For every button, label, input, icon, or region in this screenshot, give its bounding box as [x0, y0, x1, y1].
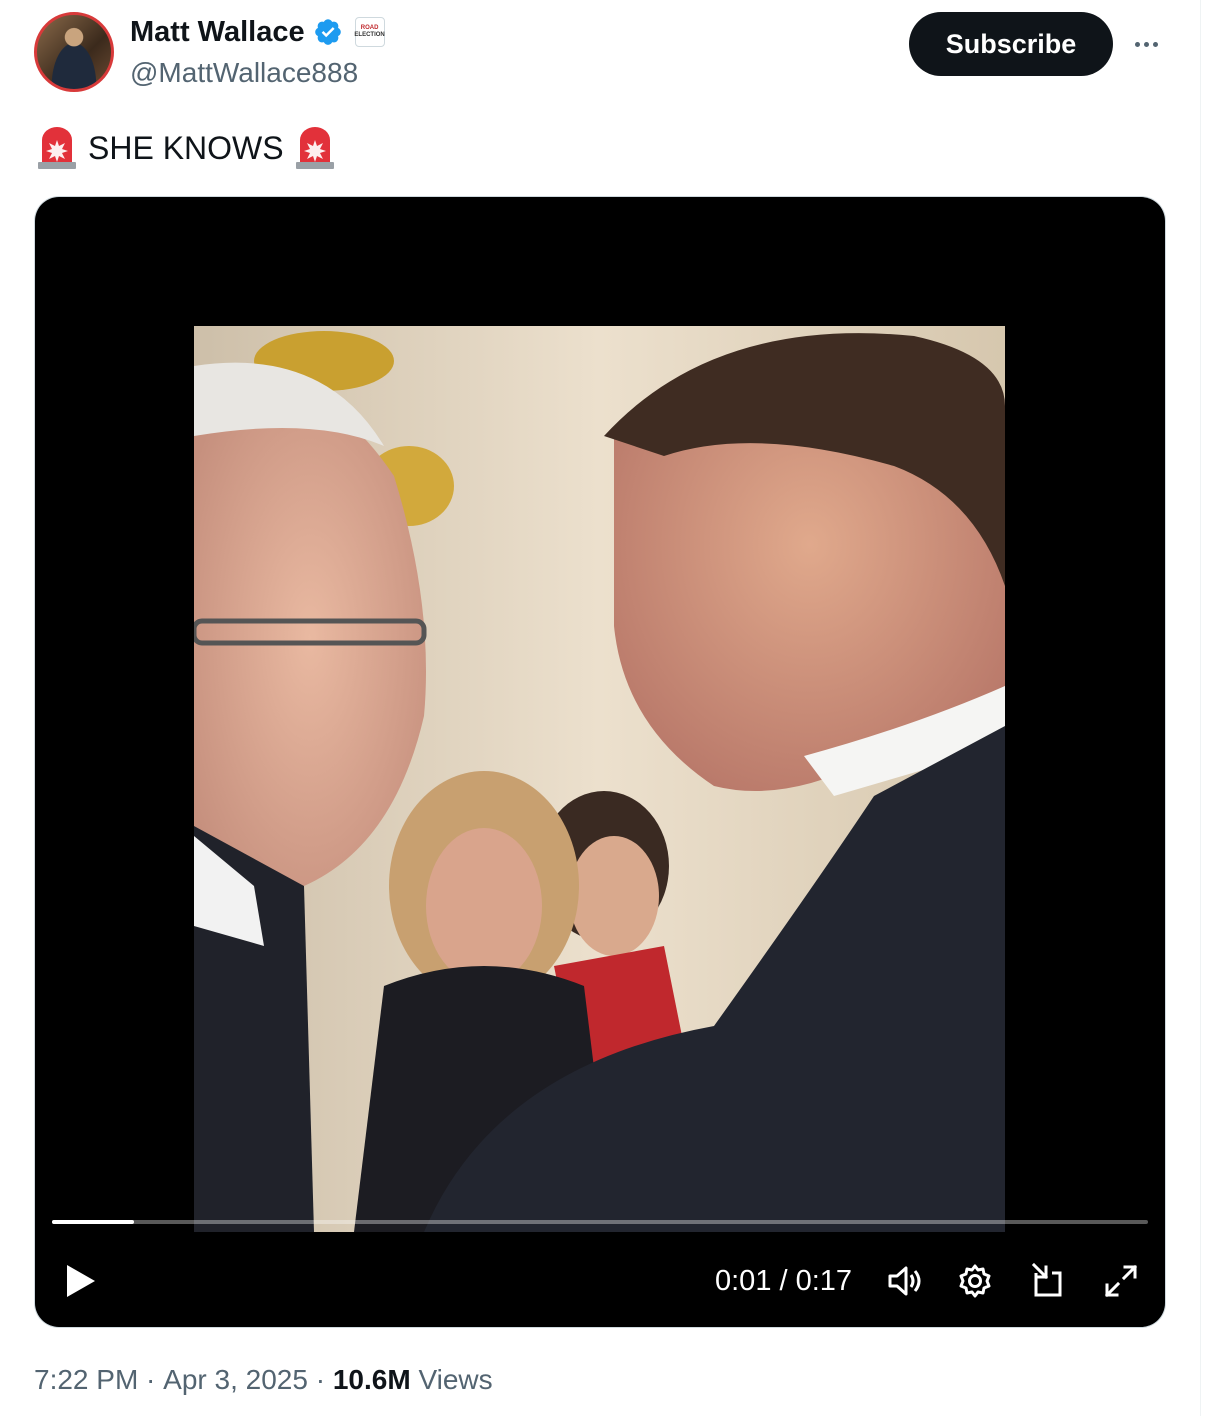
tweet-date[interactable]: Apr 3, 2025	[163, 1362, 308, 1398]
views-count: 10.6M	[332, 1364, 411, 1395]
avatar[interactable]	[34, 12, 114, 92]
video-progress-bar[interactable]	[52, 1220, 1148, 1224]
meta-separator: ·	[307, 1364, 333, 1395]
tweet-text: SHE KNOWS	[36, 126, 336, 170]
meta-separator: ·	[138, 1364, 164, 1395]
video-time-display: 0:01 / 0:17	[715, 1265, 853, 1297]
tweet-meta: 7:22 PM · Apr 3, 2025 · 10.6M Views	[34, 1362, 493, 1398]
video-progress-fill	[52, 1220, 135, 1224]
affiliate-badge-line2: ELECTION	[354, 32, 385, 38]
tweet-time[interactable]: 7:22 PM	[34, 1362, 138, 1398]
more-options-icon[interactable]	[1128, 30, 1164, 58]
play-icon[interactable]	[61, 1261, 101, 1301]
rotating-light-icon	[295, 127, 334, 169]
author-name-row[interactable]: Matt Wallace ROAD ELECTION	[130, 14, 385, 50]
picture-in-picture-icon[interactable]	[1028, 1261, 1068, 1301]
video-frame[interactable]	[194, 326, 1005, 1232]
tweet-text-content: SHE KNOWS	[88, 130, 284, 166]
affiliate-badge[interactable]: ROAD ELECTION	[354, 17, 385, 47]
video-frame-illustration	[194, 326, 1005, 1232]
author-display-name[interactable]: Matt Wallace	[130, 14, 305, 50]
video-player[interactable]: 0:01 / 0:17	[35, 197, 1165, 1327]
subscribe-button[interactable]: Subscribe	[909, 12, 1113, 76]
rotating-light-icon	[38, 127, 76, 169]
volume-icon[interactable]	[885, 1261, 925, 1301]
affiliate-badge-line1: ROAD	[360, 25, 379, 31]
author-handle[interactable]: @MattWallace888	[130, 56, 358, 90]
views-label: Views	[410, 1364, 493, 1395]
fullscreen-icon[interactable]	[1101, 1261, 1141, 1301]
settings-icon[interactable]	[955, 1261, 995, 1301]
verified-badge-icon	[314, 19, 341, 45]
timeline-border	[1200, 0, 1201, 1416]
